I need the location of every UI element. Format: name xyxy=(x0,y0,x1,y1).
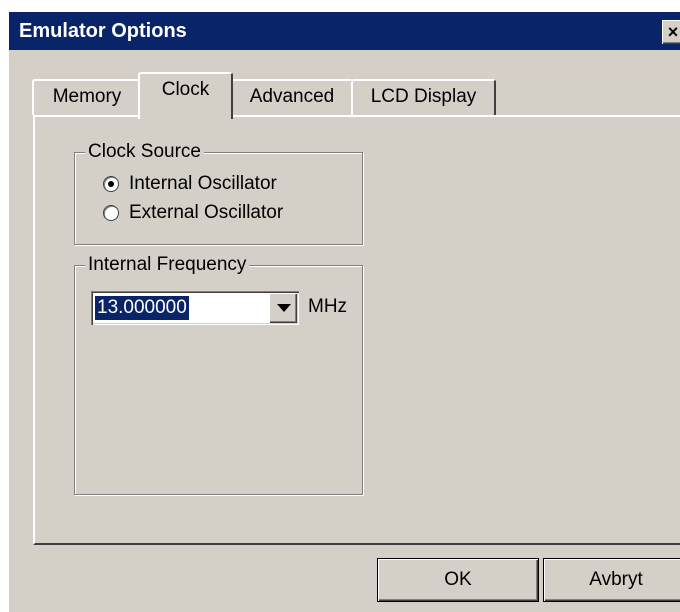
external-oscillator-label: External Oscillator xyxy=(129,202,284,223)
window-title: Emulator Options xyxy=(19,20,187,42)
chevron-down-icon xyxy=(277,304,291,312)
tab-memory-label: Memory xyxy=(52,86,122,107)
close-icon: × xyxy=(667,22,679,42)
frequency-dropdown-button[interactable] xyxy=(269,293,297,323)
clock-source-group: Clock Source Internal Oscillator Externa… xyxy=(74,140,363,245)
frequency-value[interactable]: 13.000000 xyxy=(95,296,189,320)
title-bar[interactable]: Emulator Options × xyxy=(9,12,680,50)
tab-lcd-display[interactable]: LCD Display xyxy=(351,79,496,115)
clock-tab-panel: Clock Source Internal Oscillator Externa… xyxy=(33,115,680,545)
clock-source-legend: Clock Source xyxy=(85,140,204,164)
radio-button-checked[interactable] xyxy=(103,176,119,192)
internal-oscillator-label: Internal Oscillator xyxy=(129,173,277,194)
cancel-button[interactable]: Avbryt xyxy=(543,558,680,602)
tab-memory[interactable]: Memory xyxy=(32,79,142,115)
cancel-button-label: Avbryt xyxy=(589,569,643,590)
tab-lcd-display-label: LCD Display xyxy=(370,86,477,107)
external-oscillator-radio[interactable]: External Oscillator xyxy=(103,200,283,226)
tab-advanced[interactable]: Advanced xyxy=(231,79,353,115)
internal-oscillator-radio[interactable]: Internal Oscillator xyxy=(103,171,277,197)
frequency-unit-label: MHz xyxy=(308,296,348,317)
ok-button-label: OK xyxy=(444,569,472,590)
internal-frequency-legend: Internal Frequency xyxy=(85,253,250,277)
radio-button-unchecked[interactable] xyxy=(103,205,119,221)
tab-clock-label: Clock xyxy=(161,79,210,100)
emulator-options-dialog: Emulator Options × Memory Clock Advanced… xyxy=(6,10,680,612)
ok-button[interactable]: OK xyxy=(377,558,539,602)
tab-clock[interactable]: Clock xyxy=(138,72,233,119)
internal-frequency-group: Internal Frequency 13.000000 MHz xyxy=(74,253,363,495)
close-button[interactable]: × xyxy=(662,20,680,44)
frequency-combobox[interactable]: 13.000000 xyxy=(91,291,299,325)
tab-advanced-label: Advanced xyxy=(249,86,335,107)
